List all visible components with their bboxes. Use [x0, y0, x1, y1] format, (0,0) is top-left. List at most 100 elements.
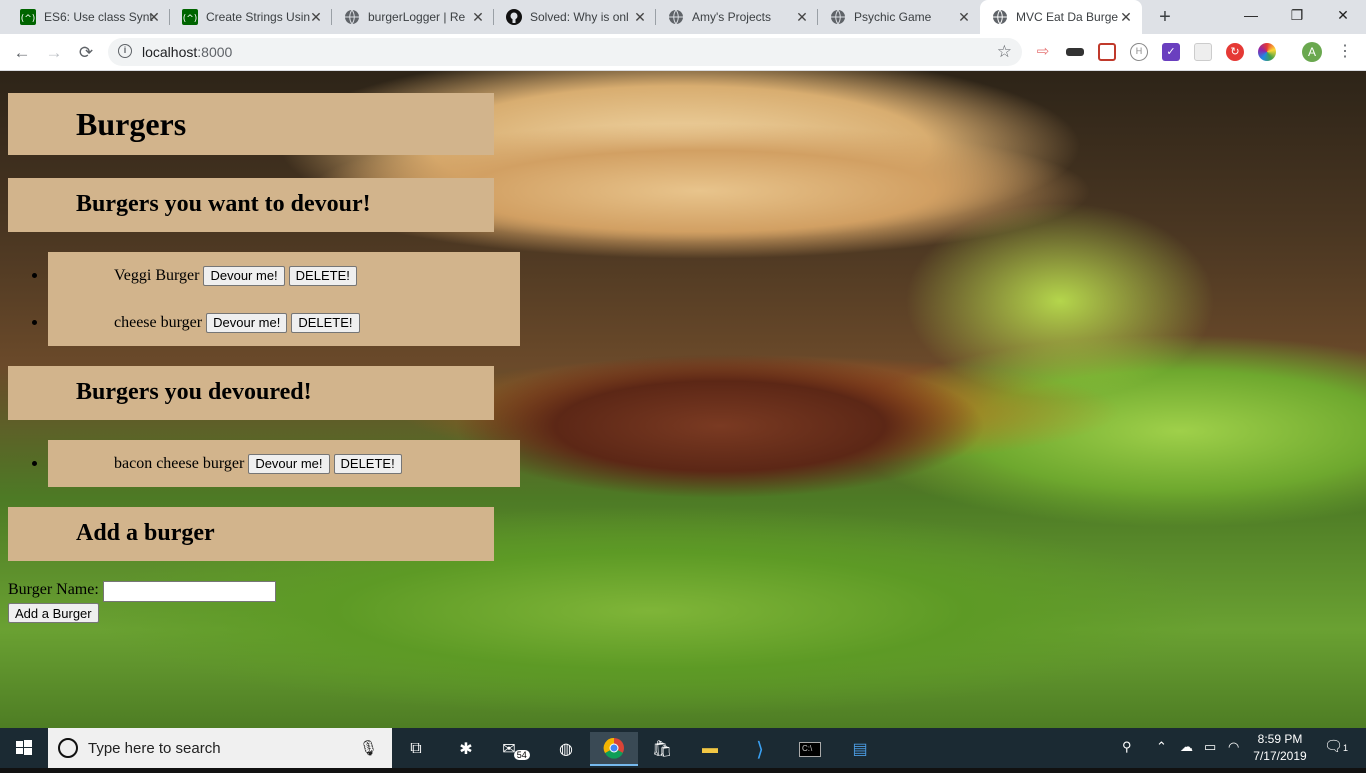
add-burger-heading: Add a burger [8, 507, 494, 561]
notification-count: 1 [1343, 743, 1349, 753]
start-button[interactable] [0, 728, 48, 768]
tab-close-icon[interactable]: ✕ [956, 9, 972, 25]
delete-button[interactable]: DELETE! [291, 312, 360, 333]
back-button[interactable]: ← [8, 39, 36, 67]
devour-button[interactable]: Devour me! [203, 265, 285, 286]
freecodecamp-icon: (^) [20, 9, 36, 25]
mail-icon[interactable]: ✉ 54 [492, 732, 540, 766]
terminal-icon[interactable]: C:\ [786, 732, 834, 766]
people-icon[interactable]: ⚲ [1122, 739, 1132, 755]
url-host: localhost [142, 44, 198, 60]
forward-button[interactable]: → [40, 39, 68, 67]
burger-name: Veggi Burger [114, 266, 200, 284]
burger-name: bacon cheese burger [114, 454, 245, 472]
svg-text:(^): (^) [21, 14, 36, 24]
onedrive-icon[interactable]: ☁ [1180, 739, 1193, 755]
taskbar-search-box[interactable]: Type here to search 🎙 [48, 728, 392, 768]
file-explorer-icon[interactable]: ▬ [686, 732, 734, 766]
clock-time: 8:59 PM [1257, 732, 1303, 746]
tab-title: Psychic Game [854, 10, 932, 24]
globe-icon [830, 9, 846, 25]
burger-name-label: Burger Name: [8, 581, 99, 598]
minimize-button[interactable]: — [1228, 0, 1274, 30]
browser-toolbar: ← → ⟳ i localhost:8000 ☆ ⇨ H ✓ ↻ A ⋮ [0, 34, 1366, 71]
maximize-button[interactable]: ❐ [1274, 0, 1320, 30]
extension-color-icon[interactable] [1258, 43, 1276, 61]
url-port: :8000 [197, 44, 233, 60]
mail-badge: 54 [513, 750, 530, 760]
svg-text:(^): (^) [183, 14, 198, 24]
close-window-button[interactable]: ✕ [1320, 0, 1366, 30]
microphone-icon[interactable]: 🎙 [359, 739, 378, 757]
burger-name-input[interactable] [103, 581, 276, 602]
document-icon[interactable]: ▤ [836, 732, 884, 766]
delete-button[interactable]: DELETE! [333, 453, 402, 474]
edge-globe-icon[interactable]: ◍ [542, 732, 590, 766]
extension-h-icon[interactable]: H [1130, 43, 1148, 61]
extension-grey-icon[interactable] [1194, 43, 1212, 61]
tab-burgerlogger[interactable]: burgerLogger | Re ✕ [332, 0, 494, 34]
extension-pocket-icon[interactable] [1098, 43, 1116, 61]
windows-taskbar: Type here to search 🎙 ⧉ ✱ ✉ 54 ◍ 🛍 ▬ ⟩ C:… [0, 728, 1366, 768]
bookmark-star-icon[interactable]: ☆ [997, 42, 1012, 62]
store-icon[interactable]: 🛍 [638, 732, 686, 766]
taskbar-clock[interactable]: 8:59 PM 7/17/2019 [1248, 731, 1312, 765]
new-tab-button[interactable]: + [1153, 5, 1177, 29]
devoured-list: bacon cheese burger Devour me! DELETE! [32, 440, 520, 487]
site-info-icon[interactable]: i [118, 44, 132, 58]
tab-amys-projects[interactable]: Amy's Projects ✕ [656, 0, 818, 34]
github-icon [506, 9, 522, 25]
devour-button[interactable]: Devour me! [206, 312, 288, 333]
windows-logo-icon [16, 740, 32, 755]
extension-arrow-icon[interactable]: ⇨ [1034, 43, 1052, 61]
tab-title: MVC Eat Da Burge [1016, 10, 1119, 24]
extension-red-icon[interactable]: ↻ [1226, 43, 1244, 61]
tab-close-icon[interactable]: ✕ [632, 9, 648, 25]
tab-close-icon[interactable]: ✕ [470, 9, 486, 25]
burger-name: cheese burger [114, 313, 203, 331]
add-burger-button[interactable]: Add a Burger [8, 603, 99, 623]
delete-button[interactable]: DELETE! [288, 265, 357, 286]
tab-psychic-game[interactable]: Psychic Game ✕ [818, 0, 980, 34]
list-item: Veggi Burger Devour me! DELETE! [32, 252, 520, 299]
tab-strip: (^) ES6: Use class Synt ✕ (^) Create Str… [0, 0, 1366, 34]
clock-date: 7/17/2019 [1253, 749, 1307, 763]
tab-title: ES6: Use class Synt [44, 10, 153, 24]
extension-keyboard-icon[interactable] [1066, 48, 1084, 56]
address-bar[interactable]: i localhost:8000 ☆ [108, 38, 1022, 66]
freecodecamp-icon: (^) [182, 9, 198, 25]
url-text: localhost:8000 [142, 44, 232, 60]
tab-close-icon[interactable]: ✕ [146, 9, 162, 25]
devour-button[interactable]: Devour me! [248, 453, 330, 474]
reload-button[interactable]: ⟳ [72, 39, 100, 67]
globe-icon [668, 9, 684, 25]
battery-icon[interactable]: ▭ [1204, 739, 1216, 755]
tab-es6[interactable]: (^) ES6: Use class Synt ✕ [8, 0, 170, 34]
list-item: bacon cheese burger Devour me! DELETE! [32, 440, 520, 487]
globe-icon [992, 9, 1008, 25]
want-to-devour-heading: Burgers you want to devour! [8, 178, 494, 232]
task-view-icon[interactable]: ⧉ [392, 732, 440, 766]
notification-center-icon[interactable]: 🗨1 [1324, 737, 1348, 755]
cortana-icon [58, 738, 78, 758]
tab-mvc-eat-da-burger[interactable]: MVC Eat Da Burge ✕ [980, 0, 1142, 34]
tab-title: Create Strings Usin [206, 10, 311, 24]
vscode-icon[interactable]: ⟩ [736, 732, 784, 766]
tab-create-strings[interactable]: (^) Create Strings Usin ✕ [170, 0, 332, 34]
page-title: Burgers [8, 93, 494, 155]
slack-icon[interactable]: ✱ [442, 732, 490, 766]
tab-close-icon[interactable]: ✕ [308, 9, 324, 25]
globe-icon [344, 9, 360, 25]
tab-close-icon[interactable]: ✕ [794, 9, 810, 25]
tab-title: Solved: Why is onl [530, 10, 629, 24]
tab-solved[interactable]: Solved: Why is onl ✕ [494, 0, 656, 34]
chrome-icon[interactable] [590, 732, 638, 766]
search-placeholder: Type here to search [88, 740, 221, 757]
profile-avatar[interactable]: A [1302, 42, 1322, 62]
tray-chevron-icon[interactable]: ⌃ [1156, 739, 1167, 755]
wifi-icon[interactable]: ◠ [1228, 739, 1239, 755]
tab-close-icon[interactable]: ✕ [1118, 9, 1134, 25]
extension-check-icon[interactable]: ✓ [1162, 43, 1180, 61]
devoured-heading: Burgers you devoured! [8, 366, 494, 420]
menu-kebab-icon[interactable]: ⋮ [1336, 43, 1354, 61]
